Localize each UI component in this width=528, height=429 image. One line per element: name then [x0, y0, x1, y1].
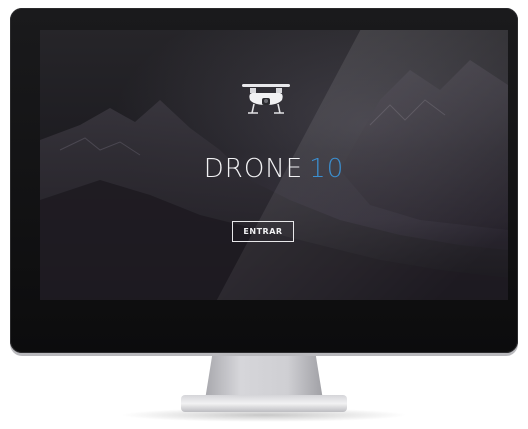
monitor-stand — [205, 356, 323, 400]
app-screen: DRONE 10 ENTRAR — [40, 30, 508, 300]
brand-title: DRONE 10 — [40, 154, 508, 184]
monitor-bezel: DRONE 10 ENTRAR — [10, 8, 518, 353]
mockup-stage: DRONE 10 ENTRAR — [0, 0, 528, 429]
brand-title-primary: DRONE — [203, 154, 304, 184]
drone-icon — [236, 80, 296, 120]
monitor-base — [181, 395, 347, 412]
enter-button[interactable]: ENTRAR — [232, 221, 294, 242]
brand-title-number: 10 — [309, 154, 345, 184]
